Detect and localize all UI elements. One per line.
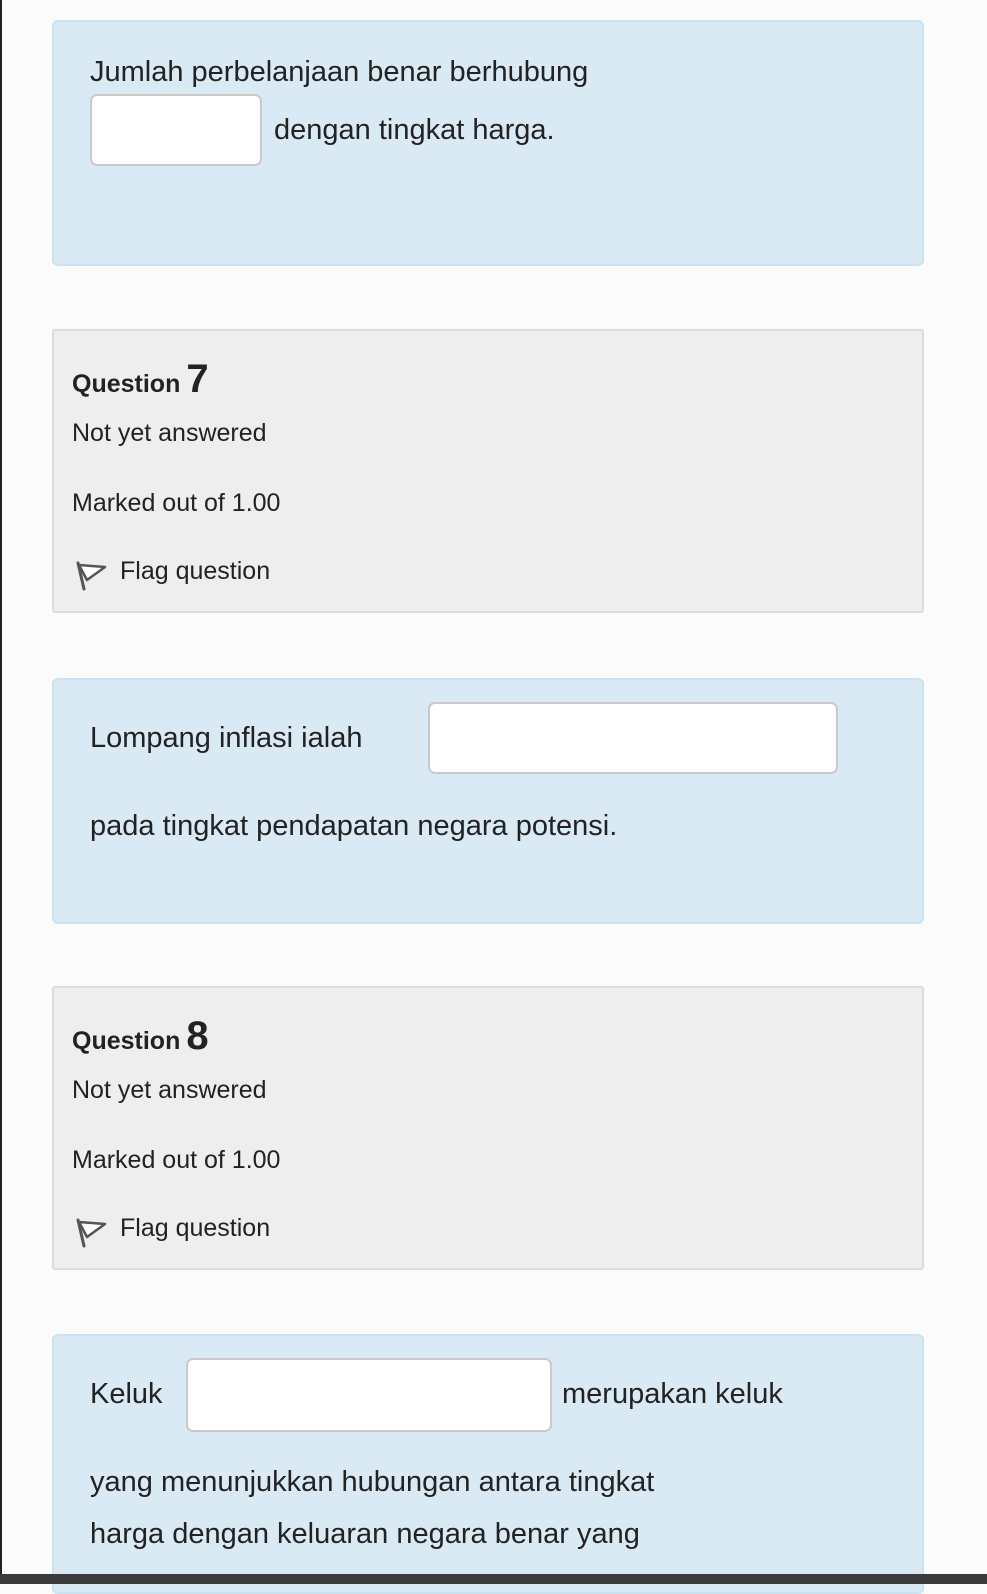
q6-question-text: Jumlah perbelanjaan benar berhubung deng… bbox=[52, 20, 924, 266]
q6-answer-blank[interactable] bbox=[90, 94, 262, 166]
q7-state: Not yet answered bbox=[72, 419, 267, 447]
q7-answer-blank[interactable] bbox=[428, 702, 838, 774]
q7-line-2: pada tingkat pendapatan negara potensi. bbox=[90, 810, 618, 842]
q7-question-text: Lompang inflasi ialah pada tingkat penda… bbox=[52, 678, 924, 924]
q8-info-panel: Question 8 Not yet answered Marked out of… bbox=[52, 986, 924, 1270]
q7-grade: Marked out of 1.00 bbox=[72, 489, 281, 517]
q7-question-word: Question bbox=[72, 370, 181, 398]
q8-question-text: Keluk merupakan keluk yang menunjukkan h… bbox=[52, 1334, 924, 1594]
bottom-bar bbox=[0, 1574, 987, 1584]
q6-line-1: Jumlah perbelanjaan benar berhubung bbox=[90, 56, 589, 88]
q7-question-number: Question 7 bbox=[72, 357, 209, 402]
q8-line-1-after: merupakan keluk bbox=[562, 1378, 783, 1410]
q8-flag-label: Flag question bbox=[120, 1214, 271, 1242]
q8-grade: Marked out of 1.00 bbox=[72, 1146, 281, 1174]
q8-question-number: Question 8 bbox=[72, 1014, 209, 1059]
q7-number: 7 bbox=[186, 357, 209, 401]
q8-question-word: Question bbox=[72, 1027, 181, 1055]
q8-state: Not yet answered bbox=[72, 1076, 267, 1104]
q8-line-1-before: Keluk bbox=[90, 1378, 163, 1410]
q6-line-2: dengan tingkat harga. bbox=[274, 114, 555, 146]
q8-answer-blank[interactable] bbox=[186, 1358, 552, 1432]
q7-info-panel: Question 7 Not yet answered Marked out of… bbox=[52, 329, 924, 613]
flag-icon bbox=[76, 1218, 107, 1248]
q7-flag-label: Flag question bbox=[120, 557, 271, 585]
left-border bbox=[0, 0, 2, 1584]
q7-line-1: Lompang inflasi ialah bbox=[90, 722, 363, 754]
q8-number: 8 bbox=[186, 1014, 209, 1058]
flag-icon bbox=[76, 561, 107, 591]
q8-line-3: harga dengan keluaran negara benar yang bbox=[90, 1518, 640, 1550]
q8-line-2: yang menunjukkan hubungan antara tingkat bbox=[90, 1466, 655, 1498]
